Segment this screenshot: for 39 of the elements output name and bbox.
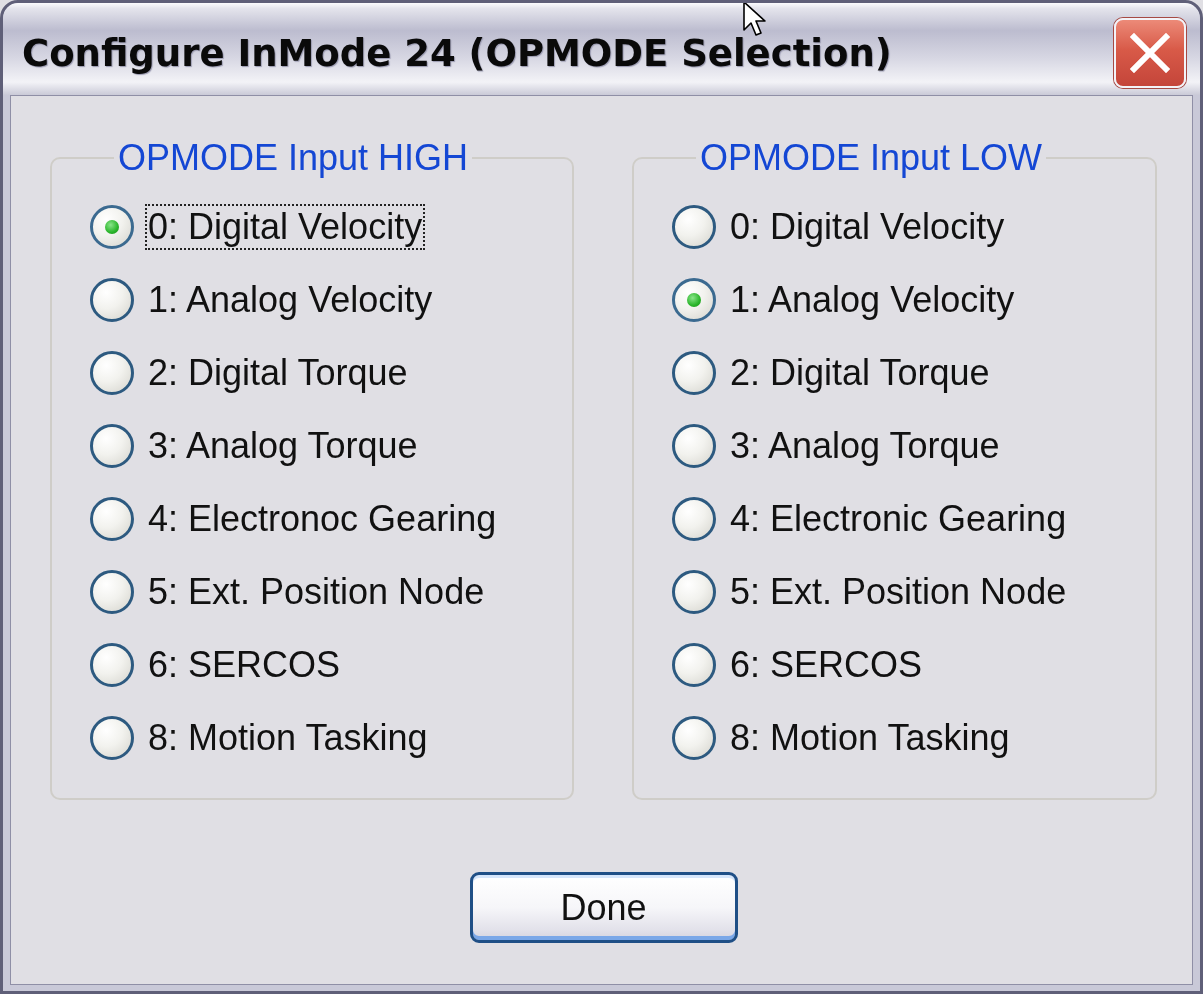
radio-button[interactable] [90,204,134,249]
radio-button[interactable] [90,715,134,760]
option-label[interactable]: 6: SERCOS [145,641,344,688]
window-title: Configure InMode 24 (OPMODE Selection) [22,31,892,75]
radio-button[interactable] [672,642,716,687]
option-label[interactable]: 8: Motion Tasking [727,714,1013,761]
radio-button[interactable] [90,496,134,541]
radio-button[interactable] [672,569,716,614]
close-icon [1130,33,1170,73]
radio-button[interactable] [90,423,134,468]
option-label[interactable]: 2: Digital Torque [145,349,411,396]
option-label[interactable]: 1: Analog Velocity [145,276,436,323]
radio-button[interactable] [90,277,134,322]
option-label[interactable]: 5: Ext. Position Node [145,568,488,615]
radio-button[interactable] [90,642,134,687]
close-button[interactable] [1114,18,1186,88]
option-label[interactable]: 1: Analog Velocity [727,276,1018,323]
radio-button[interactable] [672,496,716,541]
group-title: OPMODE Input LOW [699,138,1044,178]
option-label[interactable]: 4: Electronoc Gearing [145,495,500,542]
option-label[interactable]: 2: Digital Torque [727,349,993,396]
radio-button[interactable] [672,350,716,395]
option-label[interactable]: 0: Digital Velocity [145,203,426,250]
option-label[interactable]: 6: SERCOS [727,641,926,688]
option-label[interactable]: 8: Motion Tasking [145,714,431,761]
option-label[interactable]: 3: Analog Torque [145,422,421,469]
radio-button[interactable] [90,350,134,395]
group-title: OPMODE Input HIGH [117,138,470,178]
option-label[interactable]: 5: Ext. Position Node [727,568,1070,615]
radio-button[interactable] [90,569,134,614]
mouse-pointer-icon [743,3,767,37]
option-label[interactable]: 4: Electronic Gearing [727,495,1070,542]
option-label[interactable]: 3: Analog Torque [727,422,1003,469]
done-button[interactable]: Done [469,872,738,943]
radio-button[interactable] [672,204,716,249]
radio-button[interactable] [672,277,716,322]
option-label[interactable]: 0: Digital Velocity [727,203,1008,250]
radio-button[interactable] [672,715,716,760]
radio-button[interactable] [672,423,716,468]
